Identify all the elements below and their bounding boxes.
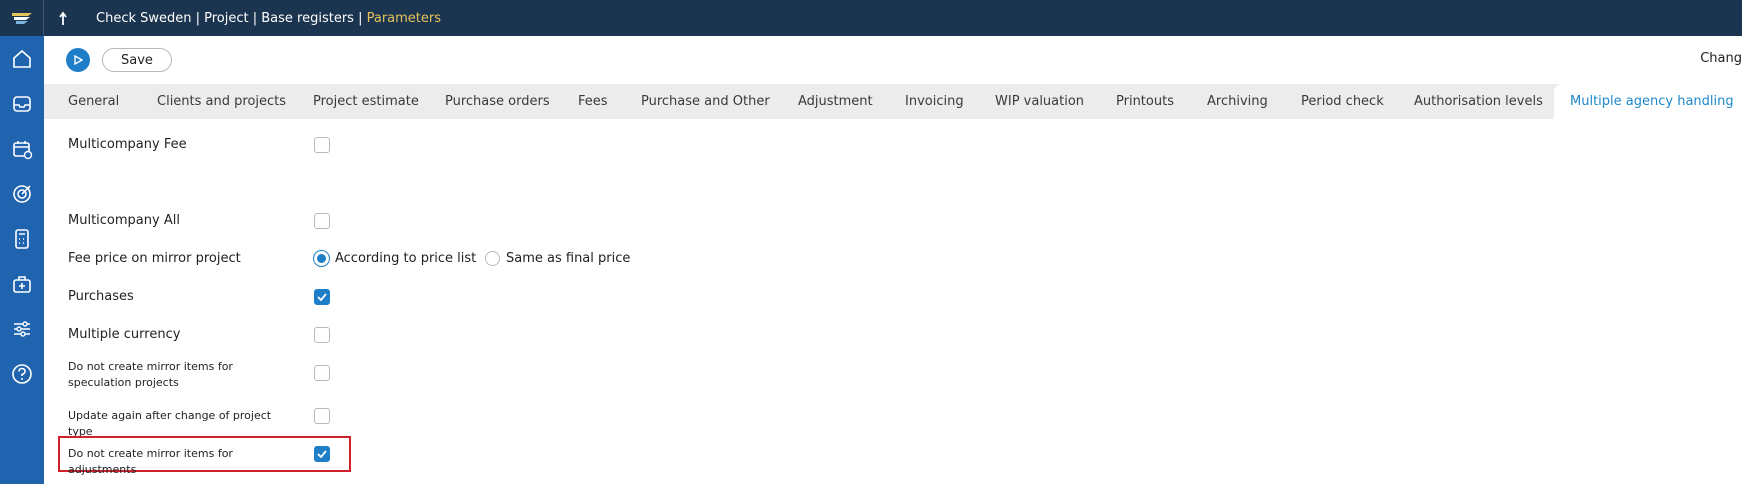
no-mirror-adjustments-label: Do not create mirror items for adjustmen… [68, 447, 233, 476]
breadcrumb-path: Check Sweden | Project | Base registers … [96, 10, 363, 26]
checkmark-icon [317, 293, 327, 301]
multicompany-all-label: Multicompany All [68, 213, 180, 228]
radio-according-to-price-list[interactable] [314, 251, 329, 266]
target-icon[interactable] [0, 171, 44, 216]
tab-printouts[interactable]: Printouts [1116, 84, 1174, 119]
parameters-form: Multicompany Fee Multicompany All Fee pr… [44, 119, 1742, 484]
toolbox-icon[interactable] [0, 261, 44, 306]
tab-period-check[interactable]: Period check [1301, 84, 1384, 119]
tab-purchase-and-other[interactable]: Purchase and Other [641, 84, 770, 119]
tab-authorisation-levels[interactable]: Authorisation levels [1414, 84, 1543, 119]
save-button[interactable]: Save [102, 48, 172, 72]
tab-adjustment[interactable]: Adjustment [798, 84, 873, 119]
purchases-checkbox[interactable] [314, 289, 330, 305]
radio-same-as-final-price[interactable] [485, 251, 500, 266]
tab-invoicing[interactable]: Invoicing [905, 84, 964, 119]
tab-project-estimate[interactable]: Project estimate [313, 84, 419, 119]
help-icon[interactable] [0, 351, 44, 396]
inbox-icon[interactable] [0, 81, 44, 126]
purchases-label: Purchases [68, 289, 134, 304]
no-mirror-speculation-checkbox[interactable] [314, 365, 330, 381]
no-mirror-speculation-label: Do not create mirror items for speculati… [68, 360, 233, 389]
multicompany-fee-label: Multicompany Fee [68, 137, 187, 152]
radio-according-to-price-list-label[interactable]: According to price list [335, 251, 476, 266]
breadcrumb-current: Parameters [366, 10, 442, 26]
multicompany-fee-checkbox[interactable] [314, 137, 330, 153]
run-button[interactable] [66, 48, 90, 72]
multicompany-all-checkbox[interactable] [314, 213, 330, 229]
checkmark-icon [317, 450, 327, 458]
home-icon[interactable] [0, 36, 44, 81]
change-link[interactable]: Change [1700, 51, 1742, 66]
tab-archiving[interactable]: Archiving [1207, 84, 1268, 119]
radio-same-as-final-price-label[interactable]: Same as final price [506, 251, 630, 266]
update-again-checkbox[interactable] [314, 408, 330, 424]
tab-wip-valuation[interactable]: WIP valuation [995, 84, 1084, 119]
tab-multiple-agency-handling[interactable]: Multiple agency handling [1554, 84, 1742, 119]
tab-general[interactable]: General [68, 84, 119, 119]
tab-purchase-orders[interactable]: Purchase orders [445, 84, 550, 119]
app-logo-icon[interactable] [0, 0, 44, 36]
tab-clients-and-projects[interactable]: Clients and projects [157, 84, 286, 119]
tab-bar: General Clients and projects Project est… [44, 84, 1742, 119]
calendar-icon[interactable] [0, 126, 44, 171]
top-bar: Check Sweden | Project | Base registers … [0, 0, 1742, 36]
tab-fees[interactable]: Fees [578, 84, 608, 119]
calculator-icon[interactable] [0, 216, 44, 261]
sliders-icon[interactable] [0, 306, 44, 351]
play-icon [74, 55, 83, 65]
multiple-currency-label: Multiple currency [68, 327, 181, 342]
toolbar: Save Change [44, 36, 1742, 84]
fee-price-label: Fee price on mirror project [68, 251, 241, 266]
back-arrow-icon[interactable] [44, 0, 88, 36]
sidebar [0, 36, 44, 484]
multiple-currency-checkbox[interactable] [314, 327, 330, 343]
breadcrumb: Check Sweden | Project | Base registers … [96, 11, 441, 26]
no-mirror-adjustments-checkbox[interactable] [314, 446, 330, 462]
